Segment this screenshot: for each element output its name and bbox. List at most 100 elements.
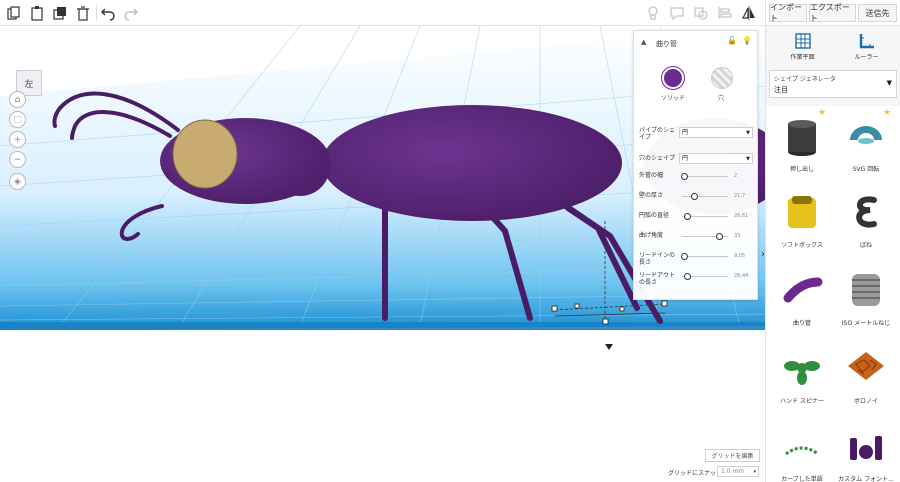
param-slider-knob[interactable] (683, 273, 691, 280)
curved-pipe-icon (783, 277, 823, 303)
hand-spinner-icon (784, 361, 820, 385)
move-arrow (605, 344, 613, 350)
duplicate-icon[interactable] (50, 3, 70, 23)
redo-icon[interactable] (121, 3, 141, 23)
param-value[interactable]: 26,44 (734, 273, 748, 279)
export-button[interactable]: エクスポート (809, 3, 856, 23)
hole-shape-select[interactable]: 円 ▼ (679, 153, 753, 164)
home-view-icon[interactable]: ⌂ (9, 91, 26, 108)
right-header: インポート エクスポート 送信先 (765, 0, 900, 26)
hole-swatch[interactable] (711, 67, 733, 89)
collapse-icon[interactable]: ▲ (641, 38, 646, 46)
param-slider-track[interactable] (682, 196, 728, 197)
shape-grid: 押し出し ★ SVG 回転 ★ ソフトボックス ばね 曲り管 ISO メートルね… (766, 106, 900, 482)
shape-label: ハンド スピナー (780, 398, 824, 405)
snap-grid-label: グリッドにスナップ (668, 470, 723, 477)
shape-label: ISO メートルねじ (841, 320, 891, 327)
solid-swatch[interactable] (662, 67, 684, 89)
shape-svg-revolve[interactable]: SVG 回転 (836, 112, 896, 192)
ant-eye (172, 119, 238, 189)
shape-label: 押し出し (789, 166, 814, 173)
param-label: 曲げ角度 (639, 232, 664, 239)
param-slider-track[interactable] (682, 176, 728, 177)
snap-grid-select[interactable]: 1.0 mm ▾ (717, 466, 759, 477)
shape-library-panel: 作業平面 ルーラー シェイプ ジェネレータ 注目 ▼ 押し出し ★ SVG 回転… (765, 26, 900, 482)
library-select-label: シェイプ ジェネレータ (774, 76, 836, 83)
param-label: 壁の厚さ (639, 192, 664, 199)
perspective-icon[interactable]: ◈ (9, 173, 26, 190)
shape-label: ボロノイ (853, 398, 878, 405)
param-slider-knob[interactable] (715, 233, 723, 240)
voronoi-icon (848, 352, 884, 380)
chevron-down-icon: ▼ (746, 130, 750, 136)
shape-label: カーブした単語 (781, 476, 823, 482)
shape-curved-pipe[interactable]: 曲り管 (772, 266, 832, 346)
copy-icon[interactable] (4, 3, 24, 23)
library-select[interactable]: シェイプ ジェネレータ 注目 ▼ (769, 70, 897, 98)
shape-curved-text[interactable]: カーブした単語 (772, 422, 832, 482)
ruler-label: ルーラー (854, 54, 879, 61)
param-value[interactable]: 26,61 (734, 213, 748, 219)
shape-softbox[interactable]: ソフトボックス (772, 188, 832, 268)
workplane-label: 作業平面 (790, 54, 815, 61)
shape-extrusion[interactable]: 押し出し (772, 112, 832, 192)
star-icon: ★ (883, 108, 892, 118)
align-icon[interactable] (715, 3, 735, 23)
note-icon[interactable] (667, 3, 687, 23)
hole-shape-label: 穴のシェイプ (639, 155, 676, 162)
import-button[interactable]: インポート (769, 3, 807, 23)
mirror-icon[interactable] (739, 3, 759, 23)
chevron-down-icon: ▼ (886, 79, 892, 87)
hole-label: 穴 (718, 95, 725, 102)
ant-thorax (322, 105, 622, 221)
param-value[interactable]: 33 (734, 233, 740, 239)
ruler-tool[interactable]: ルーラー (844, 32, 889, 64)
group-icon[interactable] (691, 3, 711, 23)
lock-icon[interactable]: 🔓 (727, 36, 737, 45)
param-label: リードインの長さ (639, 252, 676, 266)
param-slider-knob[interactable] (683, 213, 691, 220)
param-slider-knob[interactable] (681, 173, 689, 180)
shape-voronoi[interactable]: ボロノイ (836, 344, 896, 424)
edit-grid-button[interactable]: グリッドを編集 (705, 449, 760, 462)
zoom-in-icon[interactable]: + (9, 131, 26, 148)
param-slider-knob[interactable] (681, 253, 689, 260)
softbox-icon (788, 196, 816, 228)
send-to-button[interactable]: 送信先 (858, 4, 897, 22)
shape-label: ばね (859, 242, 872, 249)
pipe-shape-label: パイプのシェイプ (639, 127, 676, 141)
undo-icon[interactable] (98, 3, 118, 23)
trash-icon[interactable] (73, 3, 93, 23)
param-value[interactable]: 21,7 (734, 193, 745, 199)
workplane-tool[interactable]: 作業平面 (780, 32, 825, 64)
star-icon: ★ (818, 108, 827, 118)
shape-spring[interactable]: ばね (836, 188, 896, 268)
fit-view-icon[interactable]: ⬚ (9, 111, 26, 128)
shape-inspector: ▲ 曲り管 🔓 💡 ソリッド 穴 パイプのシェイプ 円 ▼ 穴のシェイプ 円 ▼ 外… (633, 30, 758, 300)
param-value[interactable]: 2 (734, 173, 737, 179)
solid-label: ソリッド (661, 95, 686, 102)
workplane-icon (794, 33, 811, 49)
param-label: リードアウトの長さ (639, 272, 676, 286)
hole-shape-value: 円 (682, 155, 689, 162)
bulb-icon[interactable]: 💡 (742, 36, 752, 45)
shape-hand-spinner[interactable]: ハンド スピナー (772, 344, 832, 424)
pipe-shape-select[interactable]: 円 ▼ (679, 127, 753, 138)
svg-revolve-icon (850, 126, 882, 144)
param-slider-track[interactable] (682, 256, 728, 257)
param-label: 外管の幅 (639, 172, 664, 179)
shape-custom-font[interactable]: カスタム フォント... (836, 422, 896, 482)
inspector-title: 曲り管 (656, 40, 677, 48)
param-value[interactable]: 9,05 (734, 253, 745, 259)
shape-label: 曲り管 (792, 320, 811, 327)
bulb-icon[interactable] (643, 3, 663, 23)
zoom-out-icon[interactable]: − (9, 151, 26, 168)
library-select-value: 注目 (774, 86, 788, 94)
custom-font-icon (850, 436, 882, 460)
curved-text-icon (785, 446, 819, 456)
iso-thread-icon (852, 274, 880, 306)
shape-label: カスタム フォント... (838, 476, 894, 482)
shape-iso-thread[interactable]: ISO メートルねじ (836, 266, 896, 346)
paste-icon[interactable] (27, 3, 47, 23)
param-slider-knob[interactable] (690, 193, 698, 200)
